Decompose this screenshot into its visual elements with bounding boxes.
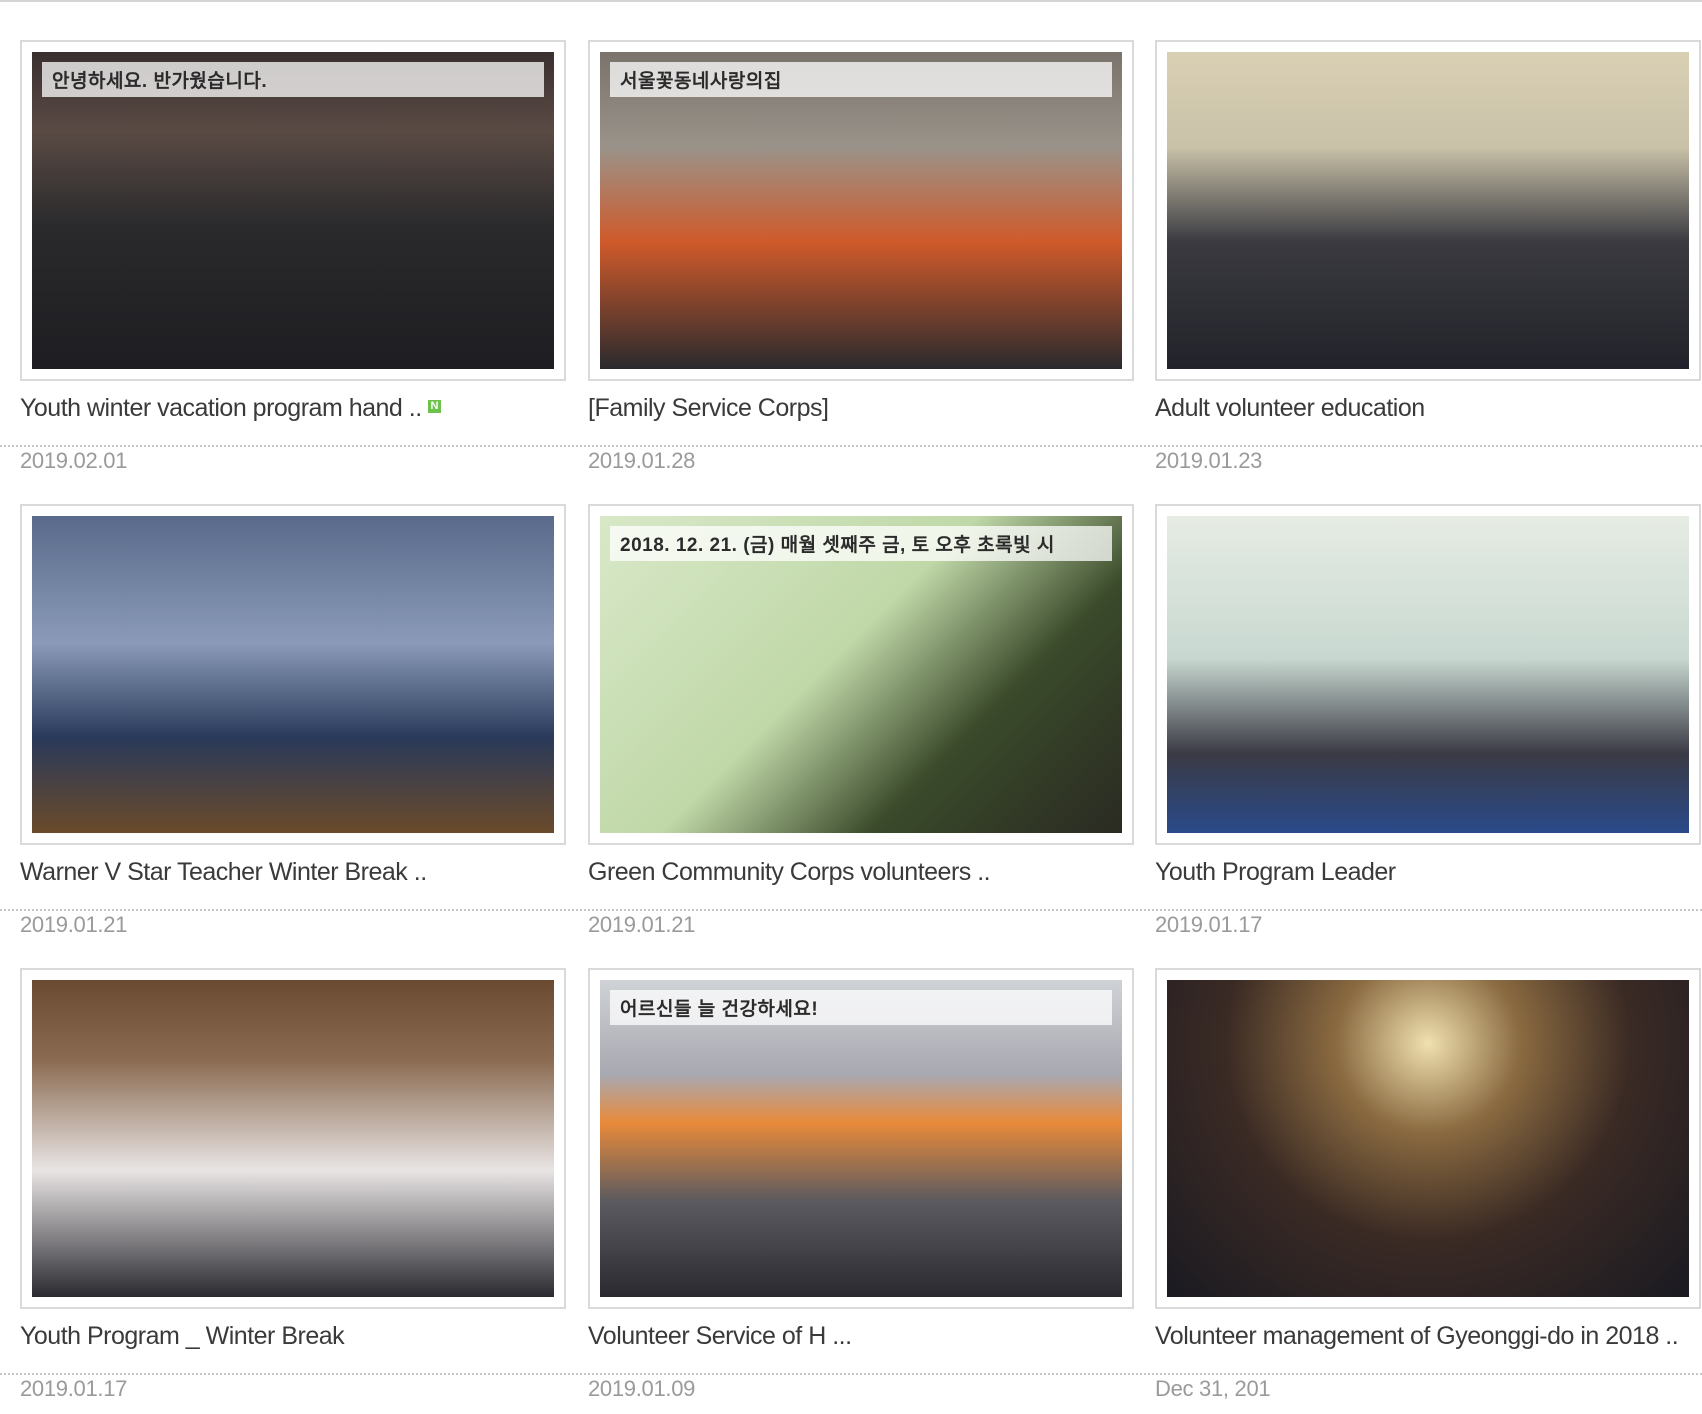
post-title[interactable]: Youth Program _ Winter Break	[20, 1322, 566, 1351]
thumbnail-image[interactable]: 2018. 12. 21. (금) 매월 셋째주 금, 토 오후 초록빛 시	[600, 516, 1122, 833]
thumbnail-frame[interactable]: 서울꽃동네사랑의집	[588, 40, 1134, 381]
post-title[interactable]: Green Community Corps volunteers ..	[588, 858, 1134, 887]
photo-embedded-text: 2018. 12. 21. (금) 매월 셋째주 금, 토 오후 초록빛 시	[610, 526, 1112, 561]
post-date: 2019.01.23	[1155, 448, 1263, 473]
thumbnail-image[interactable]	[32, 980, 554, 1297]
post-title[interactable]: Warner V Star Teacher Winter Break ..	[20, 858, 566, 887]
post-date: 2019.02.01	[20, 448, 128, 473]
gallery-row: Warner V Star Teacher Winter Break .. 20…	[0, 504, 1702, 937]
gallery-card[interactable]: Youth Program Leader 2019.01.17	[1155, 504, 1701, 937]
post-date: 2019.01.21	[20, 912, 128, 937]
post-date: Dec 31, 201	[1155, 1376, 1271, 1401]
thumbnail-image[interactable]: 안녕하세요. 반가웠습니다.	[32, 52, 554, 369]
post-title[interactable]: Youth winter vacation program hand .. N	[20, 394, 566, 423]
thumbnail-frame[interactable]	[20, 968, 566, 1309]
gallery-card[interactable]: Warner V Star Teacher Winter Break .. 20…	[20, 504, 566, 937]
post-title[interactable]: [Family Service Corps]	[588, 394, 1134, 423]
gallery-row: Youth Program _ Winter Break 2019.01.17 …	[0, 968, 1702, 1401]
photo-embedded-text: 어르신들 늘 건강하세요!	[610, 990, 1112, 1025]
thumbnail-image[interactable]: 어르신들 늘 건강하세요!	[600, 980, 1122, 1297]
thumbnail-image[interactable]	[1167, 980, 1689, 1297]
post-date: 2019.01.17	[20, 1376, 128, 1401]
gallery-card[interactable]: Volunteer management of Gyeonggi-do in 2…	[1155, 968, 1701, 1401]
gallery-card[interactable]: Youth Program _ Winter Break 2019.01.17	[20, 968, 566, 1401]
row-divider	[0, 445, 1702, 447]
post-title-text[interactable]: Youth winter vacation program hand ..	[20, 394, 422, 422]
gallery-row: 안녕하세요. 반가웠습니다. Youth winter vacation pro…	[0, 40, 1702, 473]
thumbnail-frame[interactable]	[1155, 40, 1701, 381]
photo-embedded-text: 안녕하세요. 반가웠습니다.	[42, 62, 544, 97]
thumbnail-frame[interactable]: 안녕하세요. 반가웠습니다.	[20, 40, 566, 381]
post-title[interactable]: Volunteer Service of H ...	[588, 1322, 1134, 1351]
thumbnail-image[interactable]	[1167, 52, 1689, 369]
thumbnail-image[interactable]	[1167, 516, 1689, 833]
thumbnail-frame[interactable]	[1155, 504, 1701, 845]
post-title[interactable]: Youth Program Leader	[1155, 858, 1701, 887]
row-divider	[0, 1373, 1702, 1375]
post-date: 2019.01.28	[588, 448, 696, 473]
thumbnail-image[interactable]	[32, 516, 554, 833]
top-divider	[0, 0, 1702, 2]
thumbnail-image[interactable]: 서울꽃동네사랑의집	[600, 52, 1122, 369]
gallery-card[interactable]: 안녕하세요. 반가웠습니다. Youth winter vacation pro…	[20, 40, 566, 473]
post-date: 2019.01.09	[588, 1376, 696, 1401]
gallery-card[interactable]: Adult volunteer education 2019.01.23	[1155, 40, 1701, 473]
thumbnail-frame[interactable]: 어르신들 늘 건강하세요!	[588, 968, 1134, 1309]
thumbnail-frame[interactable]: 2018. 12. 21. (금) 매월 셋째주 금, 토 오후 초록빛 시	[588, 504, 1134, 845]
photo-embedded-text: 서울꽃동네사랑의집	[610, 62, 1112, 97]
post-title[interactable]: Volunteer management of Gyeonggi-do in 2…	[1155, 1322, 1701, 1351]
thumbnail-frame[interactable]	[20, 504, 566, 845]
post-title[interactable]: Adult volunteer education	[1155, 394, 1701, 423]
post-date: 2019.01.21	[588, 912, 696, 937]
new-badge-icon: N	[427, 399, 441, 413]
row-divider	[0, 909, 1702, 911]
post-date: 2019.01.17	[1155, 912, 1263, 937]
gallery-card[interactable]: 어르신들 늘 건강하세요! Volunteer Service of H ...…	[588, 968, 1134, 1401]
gallery-card[interactable]: 서울꽃동네사랑의집 [Family Service Corps] 2019.01…	[588, 40, 1134, 473]
thumbnail-frame[interactable]	[1155, 968, 1701, 1309]
gallery-card[interactable]: 2018. 12. 21. (금) 매월 셋째주 금, 토 오후 초록빛 시 G…	[588, 504, 1134, 937]
